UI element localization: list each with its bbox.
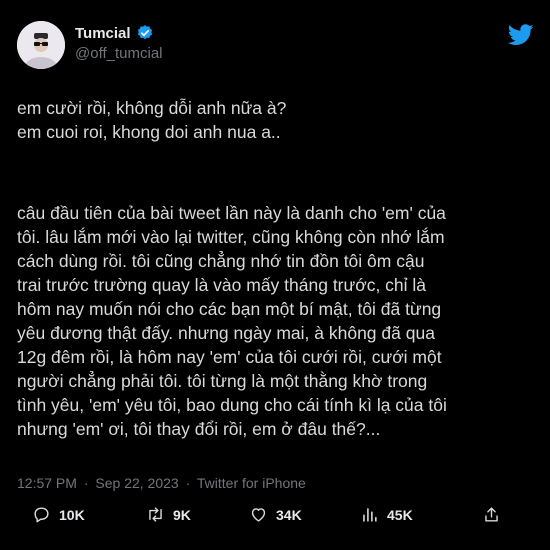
tweet-paragraph-1: em cười rồi, không dỗi anh nữa à? em cuo… [17,96,537,144]
tweet-line: tôi. lâu lắm mới vào lại twitter, cũng k… [17,227,445,247]
twitter-bird-icon[interactable] [508,24,534,46]
tweet-source: Twitter for iPhone [196,475,306,491]
tweet-line: em cười rồi, không dỗi anh nữa à? [17,98,287,118]
views-button[interactable]: 45K [360,505,413,524]
tweet-time[interactable]: 12:57 PM [17,475,77,491]
share-icon [485,507,498,522]
tweet-line: yêu đương thật đấy. nhưng ngày mai, à kh… [17,323,435,343]
retweet-button[interactable]: 9K [146,505,191,524]
like-count: 34K [276,506,302,523]
verified-badge-icon [137,25,152,40]
tweet-line: em cuoi roi, khong doi anh nua a.. [17,122,281,142]
meta-separator: · [185,475,191,491]
meta-separator: · [83,475,89,491]
tweet-line: cách dùng rồi. tôi cũng chẳng nhớ tin đồ… [17,251,425,271]
display-name[interactable]: Tumcial [75,25,131,42]
heart-icon [251,508,266,522]
tweet-date[interactable]: Sep 22, 2023 [95,475,178,491]
reply-button[interactable]: 10K [32,505,85,524]
tweet-line: trai trước trường quay là vào mấy tháng … [17,275,427,295]
tweet-line: 12g đêm rồi, là hôm nay 'em' của tôi cướ… [17,347,442,367]
share-button[interactable] [482,505,501,524]
retweet-count: 9K [173,506,191,523]
tweet-line: câu đầu tiên của bài tweet lần này là da… [17,203,446,223]
tweet-line: tình yêu, 'em' yêu tôi, bao dung cho cái… [17,395,447,415]
tweet-line: người chẳng phải tôi. tôi từng là một th… [17,371,428,391]
tweet-actions: 10K 9K 34K 45K [0,505,550,529]
views-chart-icon [363,508,377,522]
tweet-meta: 12:57 PM · Sep 22, 2023 · Twitter for iP… [17,475,309,491]
avatar-photo [17,21,65,69]
retweet-icon [149,507,162,522]
like-button[interactable]: 34K [249,505,302,524]
avatar[interactable] [17,21,65,69]
reply-icon [34,507,49,523]
tweet-line: hôm nay muốn nói cho các bạn một bí mật,… [17,299,442,319]
tweet-paragraph-2: câu đầu tiên của bài tweet lần này là da… [17,201,537,441]
reply-count: 10K [59,506,85,523]
handle[interactable]: @off_tumcial [75,45,163,62]
author-block: Tumcial @off_tumcial [75,24,163,63]
tweet-line: nhưng 'em' ơi, tôi thay đổi rồi, em ở đâ… [17,419,381,439]
views-count: 45K [387,506,413,523]
